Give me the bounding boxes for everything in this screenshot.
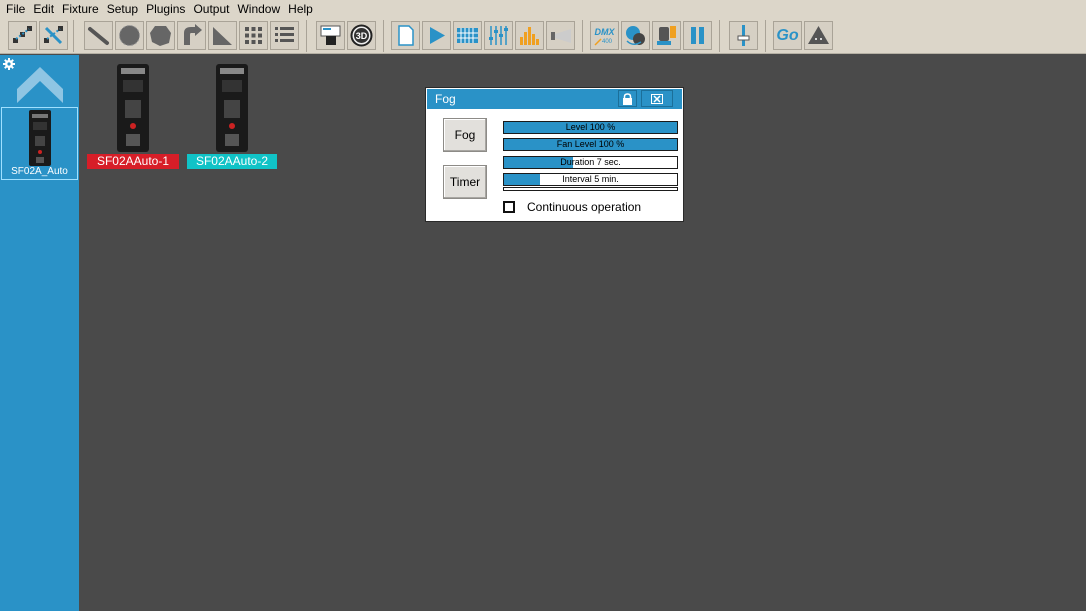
window-title-bar[interactable]: Fog [427, 89, 682, 109]
menu-window[interactable]: Window [233, 0, 284, 18]
dmx-label: DMX [595, 27, 616, 37]
library-fixture-tile[interactable]: SF02A_Auto [1, 107, 78, 180]
continuous-operation-checkbox[interactable] [503, 201, 515, 213]
canvas-fixture-label: SF02AAuto-1 [87, 154, 179, 169]
patch-grid-button[interactable] [453, 21, 482, 50]
continuous-operation-label: Continuous operation [527, 200, 642, 214]
dot-grid-icon [245, 27, 262, 44]
lock-icon [623, 92, 632, 105]
interval-slider[interactable]: Interval 5 min. [503, 173, 678, 186]
fixture-library-sidebar: SF02A_Auto [0, 55, 79, 611]
circle-dotted-icon [119, 25, 140, 46]
menu-plugins[interactable]: Plugins [142, 0, 189, 18]
dmx-sub-label: 400 [602, 39, 613, 45]
interval-slider-label: Interval 5 min. [562, 174, 619, 184]
chevron-up-icon[interactable] [15, 65, 65, 105]
play-button[interactable] [422, 21, 451, 50]
scene-button[interactable] [316, 21, 345, 50]
pause-icon [691, 27, 704, 44]
go-label: Go [776, 26, 799, 44]
continuous-operation-row[interactable]: Continuous operation [503, 200, 641, 214]
dmx-icon: DMX 400 [594, 27, 616, 46]
triangle-icon [213, 27, 232, 45]
beam-button[interactable] [546, 21, 575, 50]
document-icon [398, 25, 414, 46]
toolbar: 3D DMX 400 Go [0, 18, 1086, 54]
warning-triangle-icon [808, 26, 829, 44]
window-title: Fog [435, 92, 456, 106]
level-slider-label: Level 100 % [565, 122, 616, 132]
menu-setup[interactable]: Setup [103, 0, 142, 18]
disconnect-fixtures-button[interactable] [39, 21, 68, 50]
fog-machine-icon [29, 110, 51, 166]
bar-levels-icon [520, 27, 539, 45]
connect-fixtures-button[interactable] [8, 21, 37, 50]
duration-slider[interactable]: Duration 7 sec. [503, 156, 678, 169]
fog-machine-icon [216, 64, 248, 152]
canvas-fixture-1[interactable]: SF02AAuto-1 [87, 64, 179, 169]
blue-grid-icon [457, 28, 478, 43]
blackout-button[interactable] [804, 21, 833, 50]
tool-grid-button[interactable] [239, 21, 268, 50]
tool-polygon-button[interactable] [146, 21, 175, 50]
menu-edit[interactable]: Edit [29, 0, 58, 18]
close-button[interactable] [641, 90, 673, 107]
pen-line-icon [88, 27, 109, 45]
levels-button[interactable] [515, 21, 544, 50]
monitor-icon [320, 25, 341, 45]
disconnect-icon [44, 26, 63, 45]
dmx-output-button[interactable]: DMX 400 [590, 21, 619, 50]
fog-machine-icon [117, 64, 149, 152]
menu-help[interactable]: Help [284, 0, 317, 18]
connect-icon [13, 26, 32, 43]
canvas-fixture-label: SF02AAuto-2 [187, 154, 277, 169]
play-icon [430, 27, 445, 44]
3d-icon: 3D [350, 24, 373, 47]
menu-fixture[interactable]: Fixture [58, 0, 103, 18]
fog-control-window: Fog Fog Timer Level 100 % Fan Level 100 … [425, 87, 684, 222]
list-icon [275, 27, 294, 42]
faders-button[interactable] [484, 21, 513, 50]
fan-level-slider[interactable]: Fan Level 100 % [503, 138, 678, 151]
beam-icon [551, 29, 571, 43]
fog-button[interactable]: Fog [443, 118, 487, 152]
sliders-icon [489, 26, 508, 45]
effects-button[interactable] [621, 21, 650, 50]
fader-icon [737, 25, 750, 46]
master-fader-button[interactable] [729, 21, 758, 50]
lock-button[interactable] [618, 90, 637, 107]
menu-file[interactable]: File [2, 0, 29, 18]
3d-label: 3D [356, 31, 368, 41]
curved-arrow-icon [184, 24, 202, 45]
go-button[interactable]: Go [773, 21, 802, 50]
close-icon [651, 93, 663, 104]
pause-button[interactable] [683, 21, 712, 50]
timer-button[interactable]: Timer [443, 165, 487, 199]
moving-head-button[interactable] [652, 21, 681, 50]
moving-head-icon [657, 26, 676, 45]
new-document-button[interactable] [391, 21, 420, 50]
tool-triangle-button[interactable] [208, 21, 237, 50]
duration-slider-label: Duration 7 sec. [560, 157, 621, 167]
tool-circle-button[interactable] [115, 21, 144, 50]
progress-strip [503, 187, 678, 191]
canvas-fixture-2[interactable]: SF02AAuto-2 [187, 64, 277, 169]
tool-list-button[interactable] [270, 21, 299, 50]
polygon-icon [150, 26, 171, 46]
tool-line-button[interactable] [84, 21, 113, 50]
fan-level-slider-label: Fan Level 100 % [556, 139, 625, 149]
library-fixture-label: SF02A_Auto [11, 166, 68, 177]
tool-arrow-button[interactable] [177, 21, 206, 50]
gear-icon[interactable] [3, 58, 15, 70]
menu-bar: File Edit Fixture Setup Plugins Output W… [0, 0, 1086, 18]
menu-output[interactable]: Output [189, 0, 233, 18]
level-slider[interactable]: Level 100 % [503, 121, 678, 134]
view-3d-button[interactable]: 3D [347, 21, 376, 50]
globe-effects-icon [626, 26, 645, 45]
